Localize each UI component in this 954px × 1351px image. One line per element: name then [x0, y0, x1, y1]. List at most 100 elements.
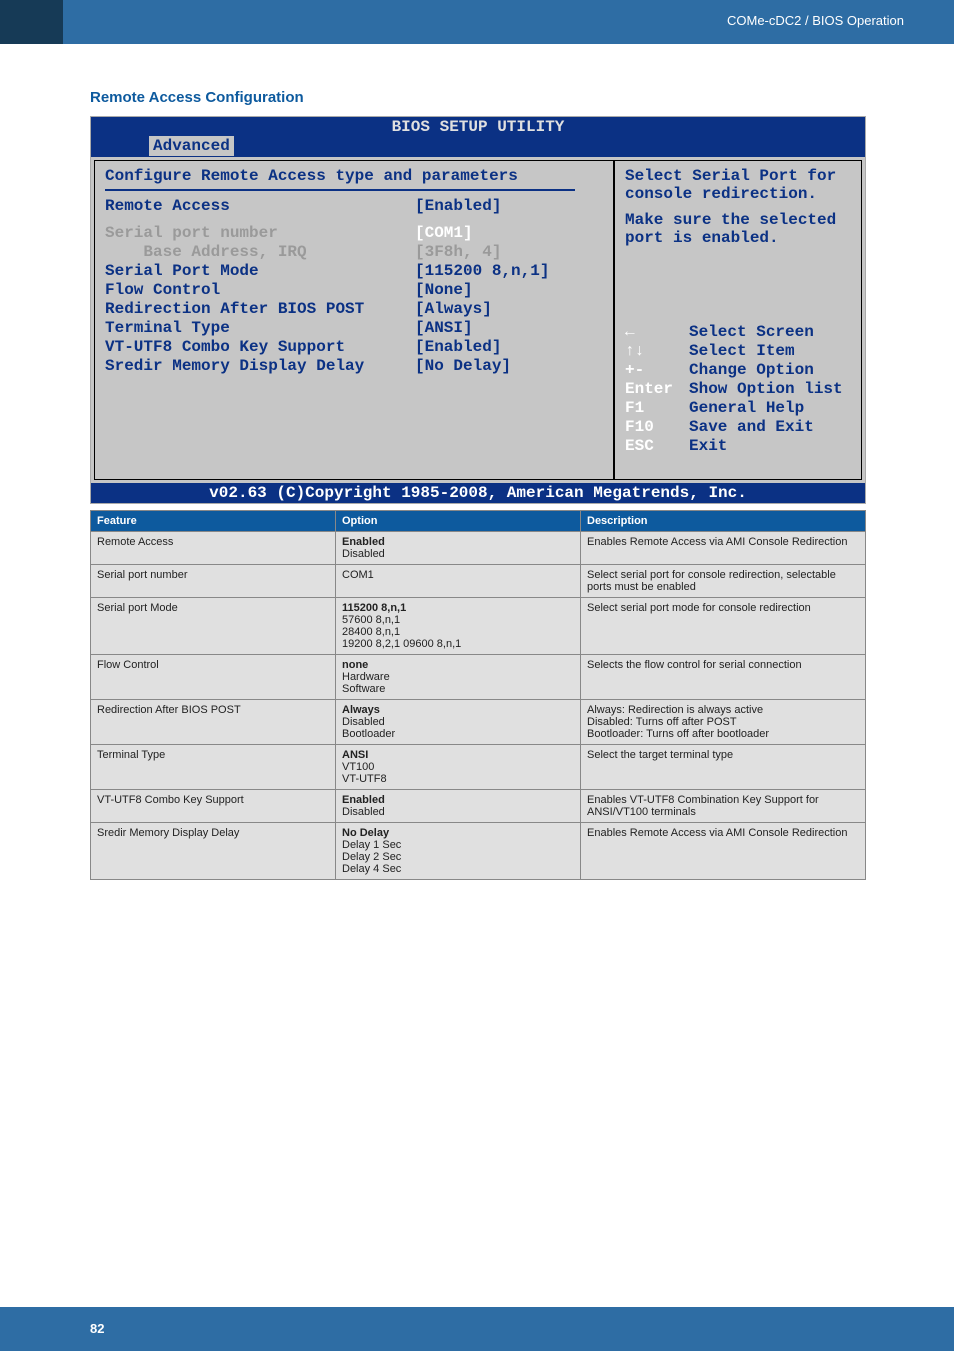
bios-help-key: F1 — [625, 399, 689, 418]
description-line: Selects the flow control for serial conn… — [587, 659, 859, 671]
bios-help-key: +- — [625, 361, 689, 380]
feature-cell: VT-UTF8 Combo Key Support — [91, 790, 336, 823]
table-row: Remote AccessEnabledDisabledEnables Remo… — [91, 532, 866, 565]
option-value: Always — [342, 704, 574, 716]
option-cell: 115200 8,n,157600 8,n,128400 8,n,119200 … — [336, 598, 581, 655]
description-line: Disabled: Turns off after POST — [587, 716, 859, 728]
bios-setting-value: [No Delay] — [415, 357, 511, 376]
col-description: Description — [581, 511, 866, 532]
bios-title-bar: BIOS SETUP UTILITY Advanced — [91, 117, 865, 157]
bios-help-key: F10 — [625, 418, 689, 437]
option-value: Enabled — [342, 794, 574, 806]
description-line: Bootloader: Turns off after bootloader — [587, 728, 859, 740]
option-cell: No DelayDelay 1 SecDelay 2 SecDelay 4 Se… — [336, 823, 581, 880]
bios-body: Configure Remote Access type and paramet… — [91, 157, 865, 483]
bios-setting-value: [None] — [415, 281, 473, 300]
bios-heading: Configure Remote Access type and paramet… — [105, 167, 603, 187]
option-value: ANSI — [342, 749, 574, 761]
description-cell: Select serial port mode for console redi… — [581, 598, 866, 655]
bios-help-key: Enter — [625, 380, 689, 399]
option-value: Bootloader — [342, 728, 574, 740]
table-row: Sredir Memory Display DelayNo DelayDelay… — [91, 823, 866, 880]
bios-setting-label: Remote Access — [105, 197, 415, 216]
bios-divider — [105, 189, 575, 191]
bios-setting-label: Base Address, IRQ — [105, 243, 415, 262]
option-value: Hardware — [342, 671, 574, 683]
option-value: 19200 8,2,1 09600 8,n,1 — [342, 638, 574, 650]
bios-setting-value: [115200 8,n,1] — [415, 262, 549, 281]
bios-help-label: Save and Exit — [689, 418, 814, 437]
table-row: Flow Control noneHardwareSoftware Selects … — [91, 655, 866, 700]
description-cell: Enables VT-UTF8 Combination Key Support … — [581, 790, 866, 823]
bios-setting-row: Serial port number[COM1] — [105, 224, 603, 243]
bios-setting-value: [Enabled] — [415, 338, 501, 357]
description-cell: Select the target terminal type — [581, 745, 866, 790]
description-line: Enables VT-UTF8 Combination Key Support … — [587, 794, 859, 818]
option-cell: EnabledDisabled — [336, 532, 581, 565]
bios-right-panel: Select Serial Port for console redirecti… — [614, 160, 862, 480]
bios-help-key: ESC — [625, 437, 689, 456]
header-band: COMe-cDC2 / BIOS Operation — [0, 0, 954, 44]
bios-help-row: F1General Help — [625, 399, 851, 418]
option-value: VT100 — [342, 761, 574, 773]
option-value: Disabled — [342, 548, 574, 560]
option-value: 28400 8,n,1 — [342, 626, 574, 638]
description-cell: Enables Remote Access via AMI Console Re… — [581, 823, 866, 880]
option-cell: EnabledDisabled — [336, 790, 581, 823]
page-content: Remote Access Configuration BIOS SETUP U… — [0, 44, 954, 880]
description-line: Enables Remote Access via AMI Console Re… — [587, 536, 859, 548]
bios-setting-row: VT-UTF8 Combo Key Support[Enabled] — [105, 338, 603, 357]
table-header-row: Feature Option Description — [91, 511, 866, 532]
option-value: Enabled — [342, 536, 574, 548]
description-line: Select serial port for console redirecti… — [587, 569, 859, 593]
bios-setting-row: Serial Port Mode[115200 8,n,1] — [105, 262, 603, 281]
bios-tab: Advanced — [149, 136, 234, 156]
bios-help-row: +-Change Option — [625, 361, 851, 380]
bios-setting-row: Sredir Memory Display Delay[No Delay] — [105, 357, 603, 376]
bios-setting-row: Redirection After BIOS POST[Always] — [105, 300, 603, 319]
bios-help-row: ESCExit — [625, 437, 851, 456]
option-value: Disabled — [342, 806, 574, 818]
header-dark-square — [0, 0, 63, 44]
col-feature: Feature — [91, 511, 336, 532]
bios-hint-line: port is enabled. — [625, 229, 851, 247]
feature-cell: Serial port number — [91, 565, 336, 598]
header-label: COMe-cDC2 / BIOS Operation — [727, 13, 904, 28]
feature-cell: Flow Control — [91, 655, 336, 700]
bios-title: BIOS SETUP UTILITY — [91, 117, 865, 136]
description-line: Select the target terminal type — [587, 749, 859, 761]
bios-setting-label: Serial Port Mode — [105, 262, 415, 281]
bios-setting-row: Flow Control[None] — [105, 281, 603, 300]
bios-setting-label: Flow Control — [105, 281, 415, 300]
bios-help-key: ← — [625, 323, 689, 342]
bios-help-label: Show Option list — [689, 380, 843, 399]
bios-screenshot: BIOS SETUP UTILITY Advanced Configure Re… — [90, 116, 866, 504]
option-value: Disabled — [342, 716, 574, 728]
option-value: VT-UTF8 — [342, 773, 574, 785]
bios-help-block: ←Select Screen↑↓Select Item+-Change Opti… — [625, 323, 851, 456]
feature-table: Feature Option Description Remote Access… — [90, 510, 866, 880]
bios-left-panel: Configure Remote Access type and paramet… — [94, 160, 614, 480]
bios-setting-label: Serial port number — [105, 224, 415, 243]
option-value: none — [342, 659, 574, 671]
option-value: Delay 2 Sec — [342, 851, 574, 863]
description-cell: Always: Redirection is always activeDisa… — [581, 700, 866, 745]
option-value: Delay 4 Sec — [342, 863, 574, 875]
option-value: 57600 8,n,1 — [342, 614, 574, 626]
bios-help-label: Exit — [689, 437, 727, 456]
bios-help-key: ↑↓ — [625, 342, 689, 361]
spacer — [625, 203, 851, 211]
bios-help-row: ←Select Screen — [625, 323, 851, 342]
bios-footer: v02.63 (C)Copyright 1985-2008, American … — [91, 483, 865, 503]
table-row: Serial port Mode115200 8,n,157600 8,n,12… — [91, 598, 866, 655]
option-value: Software — [342, 683, 574, 695]
bios-help-label: Select Item — [689, 342, 795, 361]
description-line: Select serial port mode for console redi… — [587, 602, 859, 614]
bios-help-label: Change Option — [689, 361, 814, 380]
bios-setting-value: [ANSI] — [415, 319, 473, 338]
option-cell: ANSIVT100VT-UTF8 — [336, 745, 581, 790]
bios-hint-line: Make sure the selected — [625, 211, 851, 229]
bios-setting-label: Sredir Memory Display Delay — [105, 357, 415, 376]
bios-setting-row: Terminal Type[ANSI] — [105, 319, 603, 338]
section-title: Remote Access Configuration — [90, 89, 904, 106]
